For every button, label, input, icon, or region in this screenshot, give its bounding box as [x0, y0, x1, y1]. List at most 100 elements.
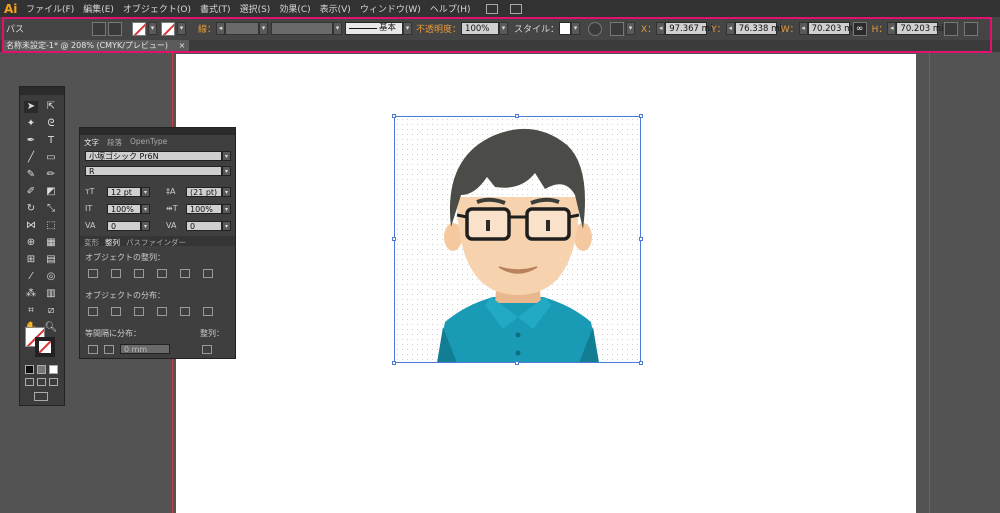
isolate-icon[interactable] — [92, 21, 106, 36]
handle-bottom-left[interactable] — [392, 361, 396, 365]
h-stepper[interactable]: ◂ — [887, 22, 897, 35]
handle-bottom-right[interactable] — [639, 361, 643, 365]
tab-pathfinder[interactable]: パスファインダー — [126, 237, 186, 248]
menu-effect[interactable]: 効果(C) — [279, 2, 310, 15]
menu-edit[interactable]: 編集(E) — [83, 2, 114, 15]
width-tool-icon[interactable]: ⋈ — [24, 220, 38, 232]
graphic-style-dropdown[interactable]: ▾ — [571, 22, 581, 35]
menu-object[interactable]: オブジェクト(O) — [123, 2, 191, 15]
font-size-field[interactable]: 12 pt — [107, 187, 141, 197]
eraser-tool-icon[interactable]: ◩ — [44, 186, 58, 198]
tracking-dropdown[interactable]: ▾ — [222, 221, 231, 231]
spacing-field[interactable]: 0 mm — [120, 344, 170, 354]
distribute-h-center-icon[interactable] — [180, 307, 190, 316]
graph-tool-icon[interactable]: ▥ — [44, 288, 58, 300]
handle-top-left[interactable] — [392, 114, 396, 118]
horizontal-scale-field[interactable]: 100% — [186, 204, 222, 214]
blend-tool-icon[interactable]: ◎ — [44, 271, 58, 283]
distribute-top-icon[interactable] — [88, 307, 98, 316]
transform-icon[interactable] — [108, 21, 122, 36]
selection-tool-icon[interactable]: ➤ — [24, 101, 38, 113]
stroke-swatch-icon[interactable] — [161, 21, 175, 36]
align-bottom-icon[interactable] — [203, 269, 213, 278]
recolor-icon[interactable] — [588, 21, 603, 36]
stroke-weight-stepper[interactable]: ◂ — [216, 22, 226, 35]
link-proportions-icon[interactable]: ∞ — [852, 21, 867, 36]
perspective-grid-tool-icon[interactable]: ▦ — [44, 237, 58, 249]
kerning-field[interactable]: 0 — [107, 221, 141, 231]
slice-tool-icon[interactable]: ⧄ — [44, 305, 58, 317]
variable-width-input[interactable] — [271, 22, 334, 35]
stroke-dropdown[interactable]: ▾ — [177, 22, 186, 35]
w-input[interactable]: 70.203 mi — [807, 22, 855, 35]
zoom-tool-icon[interactable]: 🔍︎ — [44, 322, 58, 334]
fill-swatch-icon[interactable] — [132, 21, 146, 36]
vertical-scale-dropdown[interactable]: ▾ — [141, 204, 150, 214]
distribute-v-space-icon[interactable] — [88, 344, 98, 354]
artboard-tool-icon[interactable]: ⌗ — [24, 305, 38, 317]
align-top-icon[interactable] — [157, 269, 167, 278]
draw-normal-icon[interactable] — [25, 378, 34, 386]
align-grid-dropdown[interactable]: ▾ — [626, 22, 636, 35]
tab-transform[interactable]: 変形 — [84, 237, 99, 248]
variable-width-dropdown[interactable]: ▾ — [333, 22, 343, 35]
h-input[interactable]: 70.203 mi — [896, 22, 944, 35]
font-style-dropdown[interactable]: ▾ — [222, 166, 231, 176]
distribute-right-icon[interactable] — [203, 307, 213, 316]
x-input[interactable]: 97.367 mi — [665, 22, 712, 35]
blob-brush-tool-icon[interactable]: ✐ — [24, 186, 38, 198]
align-grid-icon[interactable] — [610, 21, 625, 36]
x-stepper[interactable]: ◂ — [656, 22, 666, 35]
pencil-tool-icon[interactable]: ✏ — [44, 169, 58, 181]
tab-character[interactable]: 文字 — [84, 137, 99, 148]
handle-top-center[interactable] — [515, 114, 519, 118]
y-input[interactable]: 76.338 mi — [734, 22, 782, 35]
rotate-tool-icon[interactable]: ↻ — [24, 203, 38, 215]
font-style-field[interactable]: R — [85, 166, 222, 176]
brush-dropdown[interactable]: ▾ — [403, 22, 413, 35]
gradient-mode-icon[interactable] — [37, 365, 46, 374]
direct-selection-tool-icon[interactable]: ⇱ — [44, 101, 58, 113]
align-left-icon[interactable] — [88, 269, 98, 278]
handle-bottom-center[interactable] — [515, 361, 519, 365]
tab-opentype[interactable]: OpenType — [130, 137, 167, 148]
none-mode-icon[interactable] — [49, 365, 58, 374]
menu-file[interactable]: ファイル(F) — [26, 2, 74, 15]
menu-window[interactable]: ウィンドウ(W) — [360, 2, 421, 15]
font-family-field[interactable]: 小塚ゴシック Pr6N — [85, 151, 222, 161]
menu-type[interactable]: 書式(T) — [200, 2, 231, 15]
distribute-bottom-icon[interactable] — [134, 307, 144, 316]
brush-definition[interactable]: 基本 — [345, 22, 404, 35]
distribute-left-icon[interactable] — [157, 307, 167, 316]
mesh-tool-icon[interactable]: ⊞ — [24, 254, 38, 266]
color-mode-icon[interactable] — [25, 365, 34, 374]
distribute-v-center-icon[interactable] — [111, 307, 121, 316]
handle-middle-left[interactable] — [392, 237, 396, 241]
arrange-documents-icon[interactable] — [509, 3, 522, 14]
leading-dropdown[interactable]: ▾ — [222, 187, 231, 197]
align-h-center-icon[interactable] — [111, 269, 121, 278]
free-transform-tool-icon[interactable]: ⬚ — [44, 220, 58, 232]
draw-behind-icon[interactable] — [37, 378, 46, 386]
shape-builder-tool-icon[interactable]: ⊕ — [24, 237, 38, 249]
opacity-input[interactable]: 100% — [461, 22, 500, 35]
font-size-dropdown[interactable]: ▾ — [141, 187, 150, 197]
menu-view[interactable]: 表示(V) — [320, 2, 351, 15]
graphic-style-swatch[interactable] — [559, 22, 572, 35]
close-tab-icon[interactable]: × — [179, 41, 186, 50]
stroke-color-icon[interactable] — [35, 337, 55, 357]
kerning-dropdown[interactable]: ▾ — [141, 221, 150, 231]
vertical-scale-field[interactable]: 100% — [107, 204, 141, 214]
menu-select[interactable]: 選択(S) — [240, 2, 271, 15]
align-right-icon[interactable] — [134, 269, 144, 278]
type-tool-icon[interactable]: T — [44, 135, 58, 147]
stroke-weight-dropdown[interactable]: ▾ — [259, 22, 269, 35]
line-tool-icon[interactable]: ╱ — [24, 152, 38, 164]
font-family-dropdown[interactable]: ▾ — [222, 151, 231, 161]
bridge-icon[interactable] — [485, 3, 498, 14]
paintbrush-tool-icon[interactable]: ✎ — [24, 169, 38, 181]
lasso-tool-icon[interactable]: ᘓ — [44, 118, 58, 130]
panel-header[interactable] — [80, 128, 235, 135]
handle-middle-right[interactable] — [639, 237, 643, 241]
selection-bounding-box[interactable] — [394, 116, 641, 363]
